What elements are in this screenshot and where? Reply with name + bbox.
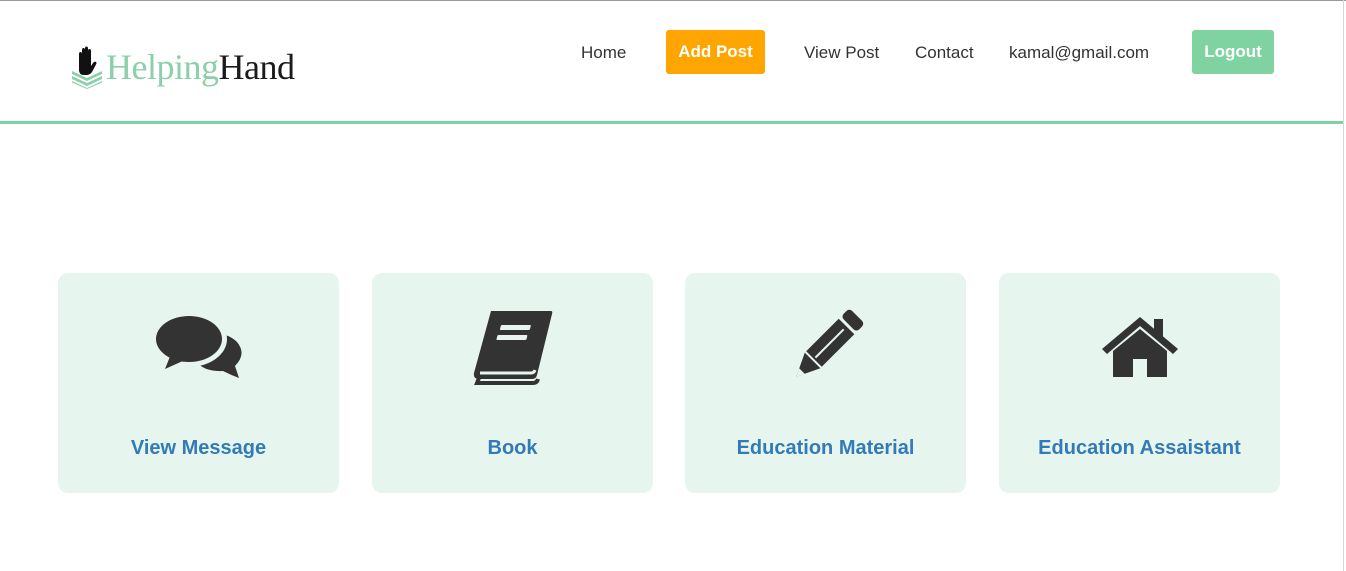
card-view-message[interactable]: View Message [58,273,339,493]
logo-text-hand: Hand [218,47,295,87]
nav-view-post-link[interactable]: View Post [804,30,879,75]
card-icon-wrapper [372,309,653,385]
card-icon-wrapper [685,309,966,385]
card-title: Book [487,437,538,459]
card-book[interactable]: Book [372,273,653,493]
card-icon-wrapper [999,309,1280,385]
add-post-button[interactable]: Add Post [666,30,765,74]
card-title: Education Assaistant [1038,437,1241,459]
logout-button[interactable]: Logout [1192,30,1274,74]
card-icon-wrapper [58,309,339,385]
logo-text: HelpingHand [106,47,295,87]
home-icon [1101,317,1178,377]
logo-text-helping: Helping [106,47,219,87]
book-icon [473,311,552,385]
card-education-assistant[interactable]: Education Assaistant [999,273,1280,493]
site-header: HelpingHand Home Add Post View Post Cont… [0,1,1343,124]
user-email-link[interactable]: kamal@gmail.com [1009,30,1149,75]
pencil-icon [795,309,863,377]
helping-hand-logo-icon [72,46,102,89]
card-education-material[interactable]: Education Material [685,273,966,493]
nav-home-link[interactable]: Home [581,30,626,75]
site-logo[interactable]: HelpingHand [70,43,295,91]
card-title: Education Material [736,437,915,459]
nav-contact-link[interactable]: Contact [915,30,974,75]
card-title: View Message [130,437,267,459]
dashboard-cards: View Message Book Education Material Edu… [0,273,1346,493]
chat-bubbles-icon [154,312,242,378]
